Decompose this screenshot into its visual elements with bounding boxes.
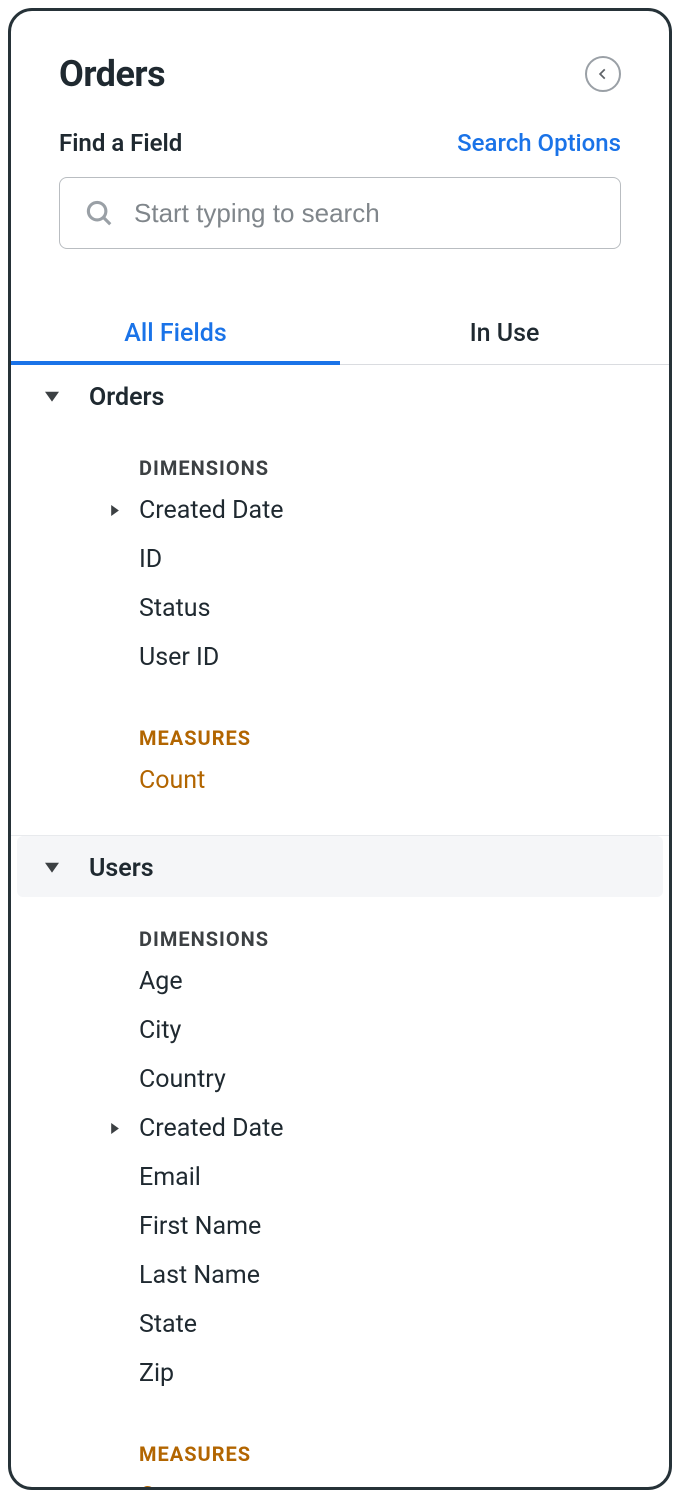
- field-label: Count: [139, 766, 205, 795]
- field-row[interactable]: ID: [11, 535, 669, 584]
- field-label: Zip: [139, 1359, 174, 1388]
- dimensions-label: DIMENSIONS: [11, 897, 669, 957]
- field-label: Created Date: [139, 1114, 284, 1143]
- field-label: Last Name: [139, 1261, 260, 1290]
- chevron-right-icon: [105, 502, 123, 520]
- search-icon: [84, 198, 114, 228]
- views-list: Orders DIMENSIONS Created Date ID Status…: [11, 365, 669, 1490]
- field-label: State: [139, 1310, 197, 1339]
- caret-down-icon: [45, 859, 59, 878]
- view-name: Orders: [89, 383, 164, 412]
- field-label: ID: [139, 545, 162, 574]
- field-row[interactable]: Created Date: [11, 486, 669, 535]
- chevron-right-icon: [105, 1120, 123, 1138]
- field-label: Count: [139, 1482, 205, 1490]
- field-row[interactable]: City: [11, 1006, 669, 1055]
- field-label: City: [139, 1016, 181, 1045]
- panel-title: Orders: [59, 53, 165, 95]
- measures-label: MEASURES: [11, 1398, 669, 1472]
- field-row[interactable]: Country: [11, 1055, 669, 1104]
- field-row[interactable]: Count: [11, 756, 669, 805]
- caret-down-icon: [45, 388, 59, 407]
- field-row[interactable]: Status: [11, 584, 669, 633]
- field-row[interactable]: Email: [11, 1153, 669, 1202]
- field-label: Age: [139, 967, 183, 996]
- view-name: Users: [89, 854, 154, 883]
- field-row[interactable]: Created Date: [11, 1104, 669, 1153]
- field-picker-panel: Orders Find a Field Search Options All F…: [8, 8, 672, 1490]
- find-field-label: Find a Field: [59, 129, 182, 157]
- field-row[interactable]: First Name: [11, 1202, 669, 1251]
- tab-in-use[interactable]: In Use: [340, 305, 669, 364]
- field-row[interactable]: Age: [11, 957, 669, 1006]
- field-row[interactable]: State: [11, 1300, 669, 1349]
- tab-all-fields[interactable]: All Fields: [11, 305, 340, 364]
- field-label: Country: [139, 1065, 226, 1094]
- search-input[interactable]: [134, 198, 596, 229]
- search-box[interactable]: [59, 177, 621, 249]
- view-header-orders[interactable]: Orders: [11, 365, 669, 426]
- field-label: User ID: [139, 643, 219, 672]
- dimensions-label: DIMENSIONS: [11, 426, 669, 486]
- field-row[interactable]: Count: [11, 1472, 669, 1490]
- field-label: Email: [139, 1163, 201, 1192]
- search-options-link[interactable]: Search Options: [457, 129, 621, 157]
- collapse-panel-button[interactable]: [585, 56, 621, 92]
- field-row[interactable]: Zip: [11, 1349, 669, 1398]
- field-label: First Name: [139, 1212, 261, 1241]
- view-header-users[interactable]: Users: [17, 836, 663, 897]
- field-label: Created Date: [139, 496, 284, 525]
- tabs: All Fields In Use: [11, 305, 669, 365]
- field-label: Status: [139, 594, 210, 623]
- chevron-left-icon: [596, 67, 610, 81]
- field-row[interactable]: Last Name: [11, 1251, 669, 1300]
- measures-label: MEASURES: [11, 682, 669, 756]
- field-row[interactable]: User ID: [11, 633, 669, 682]
